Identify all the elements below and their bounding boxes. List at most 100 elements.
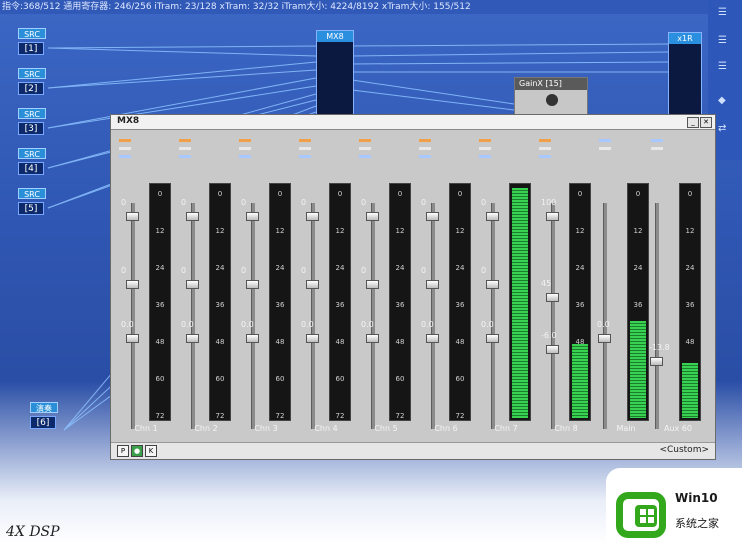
meter-tick-label: 48 (215, 338, 225, 346)
dsp-caption: 4X DSP (6, 524, 60, 540)
channel-name: Chn 3 (254, 424, 278, 433)
meter-tick-label: 60 (455, 375, 465, 383)
fader-handle[interactable] (126, 334, 139, 344)
fader-track[interactable] (191, 203, 195, 429)
performance-node[interactable]: 演奏 [6] (30, 402, 60, 432)
fader-track[interactable] (371, 203, 375, 429)
window-titlebar: MX8 _ ✕ (111, 115, 715, 130)
fader-track[interactable] (491, 203, 495, 429)
fader-handle[interactable] (650, 356, 663, 366)
meter-tick-label: 24 (575, 264, 585, 272)
fader-handle[interactable] (186, 279, 199, 289)
fader-handle[interactable] (486, 334, 499, 344)
src-label: SRC (18, 28, 46, 39)
fader-handle[interactable] (186, 212, 199, 222)
fader-track[interactable] (551, 203, 555, 429)
fader-value: 100 (541, 198, 557, 208)
legend-swatch (479, 139, 491, 142)
fader-handle[interactable] (426, 212, 439, 222)
fader-handle[interactable] (546, 345, 559, 355)
meter-tick-label: 48 (155, 338, 165, 346)
meter-tick-label: 36 (685, 301, 695, 309)
fader-value: 0 (121, 198, 127, 208)
fader-handle[interactable] (126, 212, 139, 222)
fader-handle[interactable] (366, 334, 379, 344)
fader-handle[interactable] (598, 334, 611, 344)
k-button[interactable]: K (145, 445, 157, 457)
window-footer: P ● K <Custom> (111, 442, 715, 459)
close-button[interactable]: ✕ (700, 117, 712, 128)
meter-tick-label: 24 (633, 264, 643, 272)
fader-handle[interactable] (246, 334, 259, 344)
fader-handle[interactable] (306, 212, 319, 222)
level-meter: 0122436486072 (627, 183, 649, 421)
src-port[interactable]: [3] (18, 122, 44, 135)
src-node-3[interactable]: SRC [3] (18, 108, 48, 138)
channel-strip: 0 0 0.0 0 12 24 36 48 60 72 Chn 5 (357, 133, 415, 433)
fader-value: 0 (481, 265, 487, 275)
fader-handle[interactable] (366, 279, 379, 289)
fader-track[interactable] (655, 203, 659, 429)
preset-label[interactable]: <Custom> (659, 445, 709, 455)
src-port[interactable]: [1] (18, 42, 44, 55)
gainx-block[interactable]: GainX [15] (514, 77, 588, 115)
fader-handle[interactable] (246, 212, 259, 222)
fader-track[interactable] (131, 203, 135, 429)
fader-track[interactable] (603, 203, 607, 429)
src-port[interactable]: [4] (18, 162, 44, 175)
fader-track[interactable] (311, 203, 315, 429)
p-button[interactable]: P (117, 445, 129, 457)
fader-handle[interactable] (486, 212, 499, 222)
meter-tick-label: 72 (275, 412, 285, 420)
fader-value: 0.0 (481, 320, 494, 330)
fader-handle[interactable] (306, 279, 319, 289)
legend-swatch (651, 147, 663, 150)
record-button[interactable]: ● (131, 445, 143, 457)
minimize-button[interactable]: _ (687, 117, 699, 128)
meter-tick-label: 60 (215, 375, 225, 383)
fader-handle[interactable] (126, 279, 139, 289)
legend-swatch (359, 147, 371, 150)
fader-track[interactable] (431, 203, 435, 429)
channel-name: Chn 4 (314, 424, 338, 433)
meter-tick-label: 36 (275, 301, 285, 309)
fader-handle[interactable] (426, 279, 439, 289)
src-port[interactable]: [5] (18, 202, 44, 215)
fader-value: 0.0 (121, 320, 134, 330)
fader-handle[interactable] (426, 334, 439, 344)
mx8-block[interactable]: MX8 (316, 30, 354, 118)
meter-tick-label: 48 (685, 338, 695, 346)
fader-handle[interactable] (546, 212, 559, 222)
fader-handle[interactable] (246, 279, 259, 289)
meter-tick-label: 36 (455, 301, 465, 309)
src-node-2[interactable]: SRC [2] (18, 68, 48, 98)
meter-level-fill (682, 363, 698, 418)
src-node-1[interactable]: SRC [1] (18, 28, 48, 58)
legend-swatch (419, 147, 431, 150)
fader-track[interactable] (251, 203, 255, 429)
fader-value: 0 (301, 198, 307, 208)
meter-tick-label: 72 (215, 412, 225, 420)
meter-tick-label: 0 (397, 190, 403, 198)
src-port[interactable]: [6] (30, 416, 56, 429)
meter-tick-label: 60 (335, 375, 345, 383)
fader-handle[interactable] (186, 334, 199, 344)
fader-value: 0 (361, 265, 367, 275)
fader-handle[interactable] (486, 279, 499, 289)
legend-swatch (179, 139, 191, 142)
fader-value: 45 (541, 279, 552, 289)
src-port[interactable]: [2] (18, 82, 44, 95)
legend-swatch (599, 147, 611, 150)
gain-knob[interactable] (546, 94, 558, 106)
fader-handle[interactable] (366, 212, 379, 222)
meter-tick-label: 12 (685, 227, 695, 235)
fader-handle[interactable] (306, 334, 319, 344)
src-label: SRC (18, 68, 46, 79)
legend-swatch (359, 155, 371, 158)
x1r-block[interactable]: x1R (668, 32, 702, 116)
fader-handle[interactable] (546, 293, 559, 303)
src-node-4[interactable]: SRC [4] (18, 148, 48, 178)
meter-level-fill (630, 321, 646, 418)
meter-tick-label: 12 (395, 227, 405, 235)
src-node-5[interactable]: SRC [5] (18, 188, 48, 218)
